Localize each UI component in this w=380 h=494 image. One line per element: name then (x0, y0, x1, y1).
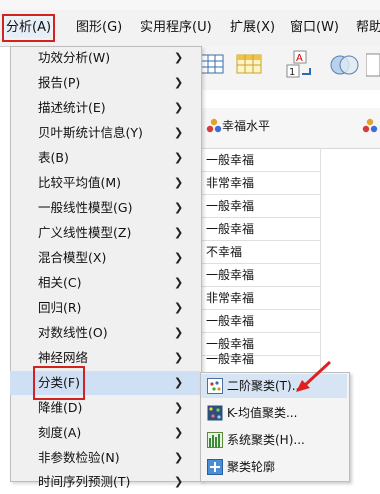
chevron-right-icon: ❯ (174, 101, 184, 114)
menu-item-label: 非参数检验(N) (38, 450, 120, 465)
menu-item-nonparametric-tests[interactable]: 非参数检验(N) ❯ (10, 446, 200, 470)
hierarchical-cluster-icon (207, 432, 223, 448)
menu-item-label: 刻度(A) (38, 425, 82, 440)
menu-item-label: 功效分析(W) (38, 50, 111, 65)
chevron-right-icon: ❯ (174, 226, 184, 239)
table-cell[interactable]: 一般幸福 (206, 218, 254, 240)
submenu-item-label: K-均值聚类... (227, 406, 298, 420)
menu-extensions[interactable]: 扩展(X) (230, 18, 275, 38)
annotation-arrow-icon (296, 360, 332, 392)
chevron-right-icon: ❯ (174, 301, 184, 314)
menu-item-label: 时间序列预测(T) (38, 474, 131, 489)
chevron-right-icon: ❯ (174, 276, 184, 289)
svg-text:1: 1 (289, 67, 295, 78)
menu-item-label: 对数线性(O) (38, 325, 108, 340)
menu-item-correlate[interactable]: 相关(C) ❯ (10, 271, 200, 295)
menu-item-bayesian-statistics[interactable]: 贝叶斯统计信息(Y) ❯ (10, 121, 200, 145)
grid-view-icon[interactable] (200, 52, 224, 79)
menu-item-time-series[interactable]: 时间序列预测(T) ❯ (10, 470, 200, 494)
menu-item-label: 表(B) (38, 150, 69, 165)
menu-window[interactable]: 窗口(W) (290, 18, 339, 38)
menu-item-label: 一般线性模型(G) (38, 200, 133, 215)
kmeans-cluster-icon (207, 405, 223, 421)
menu-item-reports[interactable]: 报告(P) ❯ (10, 71, 200, 95)
toolbar: A1 (200, 46, 380, 90)
menu-item-label: 相关(C) (38, 275, 82, 290)
menu-item-scale[interactable]: 刻度(A) ❯ (10, 421, 200, 445)
chevron-right-icon: ❯ (174, 376, 184, 389)
submenu-item-label: 聚类轮廓 (227, 460, 276, 474)
menu-item-cluster-silhouette[interactable]: 聚类轮廓 (201, 455, 347, 479)
more-toolbar-icon[interactable] (365, 50, 380, 83)
twostep-cluster-icon (207, 378, 223, 394)
chevron-right-icon: ❯ (174, 401, 184, 414)
menu-item-label: 报告(P) (38, 75, 81, 90)
chevron-right-icon: ❯ (174, 326, 184, 339)
value-labels-icon[interactable]: A1 (286, 50, 316, 83)
menu-item-label: 降维(D) (38, 400, 83, 415)
chevron-right-icon: ❯ (174, 451, 184, 464)
menu-item-label: 分类(F) (33, 366, 85, 400)
menu-item-label: 贝叶斯统计信息(Y) (38, 125, 143, 140)
menu-item-label: 混合模型(X) (38, 250, 107, 265)
menu-item-dimension-reduction[interactable]: 降维(D) ❯ (10, 396, 200, 420)
table-cell[interactable]: 不幸福 (206, 241, 242, 263)
menu-item-classify[interactable]: 分类(F) ❯ (10, 366, 200, 400)
menu-item-label: 描述统计(E) (38, 100, 106, 115)
menu-item-kmeans-cluster[interactable]: K-均值聚类... (201, 401, 347, 425)
menu-item-mixed-models[interactable]: 混合模型(X) ❯ (10, 246, 200, 270)
menu-item-hierarchical-cluster[interactable]: 系统聚类(H)... (201, 428, 347, 452)
menu-item-label: 神经网络 (38, 350, 89, 365)
menu-item-label: 回归(R) (38, 300, 82, 315)
cluster-silhouette-icon (207, 459, 223, 475)
table-cell[interactable]: 一般幸福 (206, 264, 254, 286)
chevron-right-icon: ❯ (174, 176, 184, 189)
menu-item-label: 比较平均值(M) (38, 175, 122, 190)
menu-item-neural-networks[interactable]: 神经网络 ❯ (10, 346, 200, 370)
menu-help[interactable]: 帮助 (356, 18, 380, 38)
menu-item-generalized-linear-models[interactable]: 广义线性模型(Z) ❯ (10, 221, 200, 245)
menu-item-regression[interactable]: 回归(R) ❯ (10, 296, 200, 320)
table-cell[interactable]: 一般幸福 (206, 149, 254, 171)
submenu-item-label: 系统聚类(H)... (227, 433, 305, 447)
table-cell[interactable]: 非常幸福 (206, 287, 254, 309)
chevron-right-icon: ❯ (174, 51, 184, 64)
table-cell[interactable]: 一般幸福 (206, 348, 254, 370)
venn-icon[interactable] (330, 52, 360, 81)
chevron-right-icon: ❯ (174, 126, 184, 139)
menu-graphs[interactable]: 图形(G) (76, 18, 122, 38)
table-cell[interactable]: 非常幸福 (206, 172, 254, 194)
chevron-right-icon: ❯ (174, 151, 184, 164)
table-icon[interactable] (236, 52, 262, 79)
svg-text:A: A (296, 53, 303, 64)
menu-bar: 分析(A) 图形(G) 实用程序(U) 扩展(X) 窗口(W) 帮助 (0, 10, 380, 47)
chevron-right-icon: ❯ (174, 76, 184, 89)
nominal-variable-icon-2 (362, 118, 378, 137)
menu-analyze[interactable]: 分析(A) (1, 14, 56, 42)
menu-item-tables[interactable]: 表(B) ❯ (10, 146, 200, 170)
chevron-right-icon: ❯ (174, 475, 184, 488)
menu-item-power-analysis[interactable]: 功效分析(W) ❯ (10, 46, 200, 70)
menu-utilities[interactable]: 实用程序(U) (140, 18, 212, 38)
chevron-right-icon: ❯ (174, 201, 184, 214)
table-cell[interactable]: 一般幸福 (206, 310, 254, 332)
chevron-right-icon: ❯ (174, 426, 184, 439)
menu-item-label: 广义线性模型(Z) (38, 225, 132, 240)
window-title-strip (0, 0, 380, 10)
menu-item-loglinear[interactable]: 对数线性(O) ❯ (10, 321, 200, 345)
column-title-happiness[interactable]: 幸福水平 (222, 117, 270, 135)
chevron-right-icon: ❯ (174, 251, 184, 264)
menu-item-descriptive-statistics[interactable]: 描述统计(E) ❯ (10, 96, 200, 120)
menu-item-compare-means[interactable]: 比较平均值(M) ❯ (10, 171, 200, 195)
chevron-right-icon: ❯ (174, 351, 184, 364)
menu-item-general-linear-model[interactable]: 一般线性模型(G) ❯ (10, 196, 200, 220)
table-cell[interactable]: 一般幸福 (206, 195, 254, 217)
nominal-variable-icon (206, 118, 222, 137)
